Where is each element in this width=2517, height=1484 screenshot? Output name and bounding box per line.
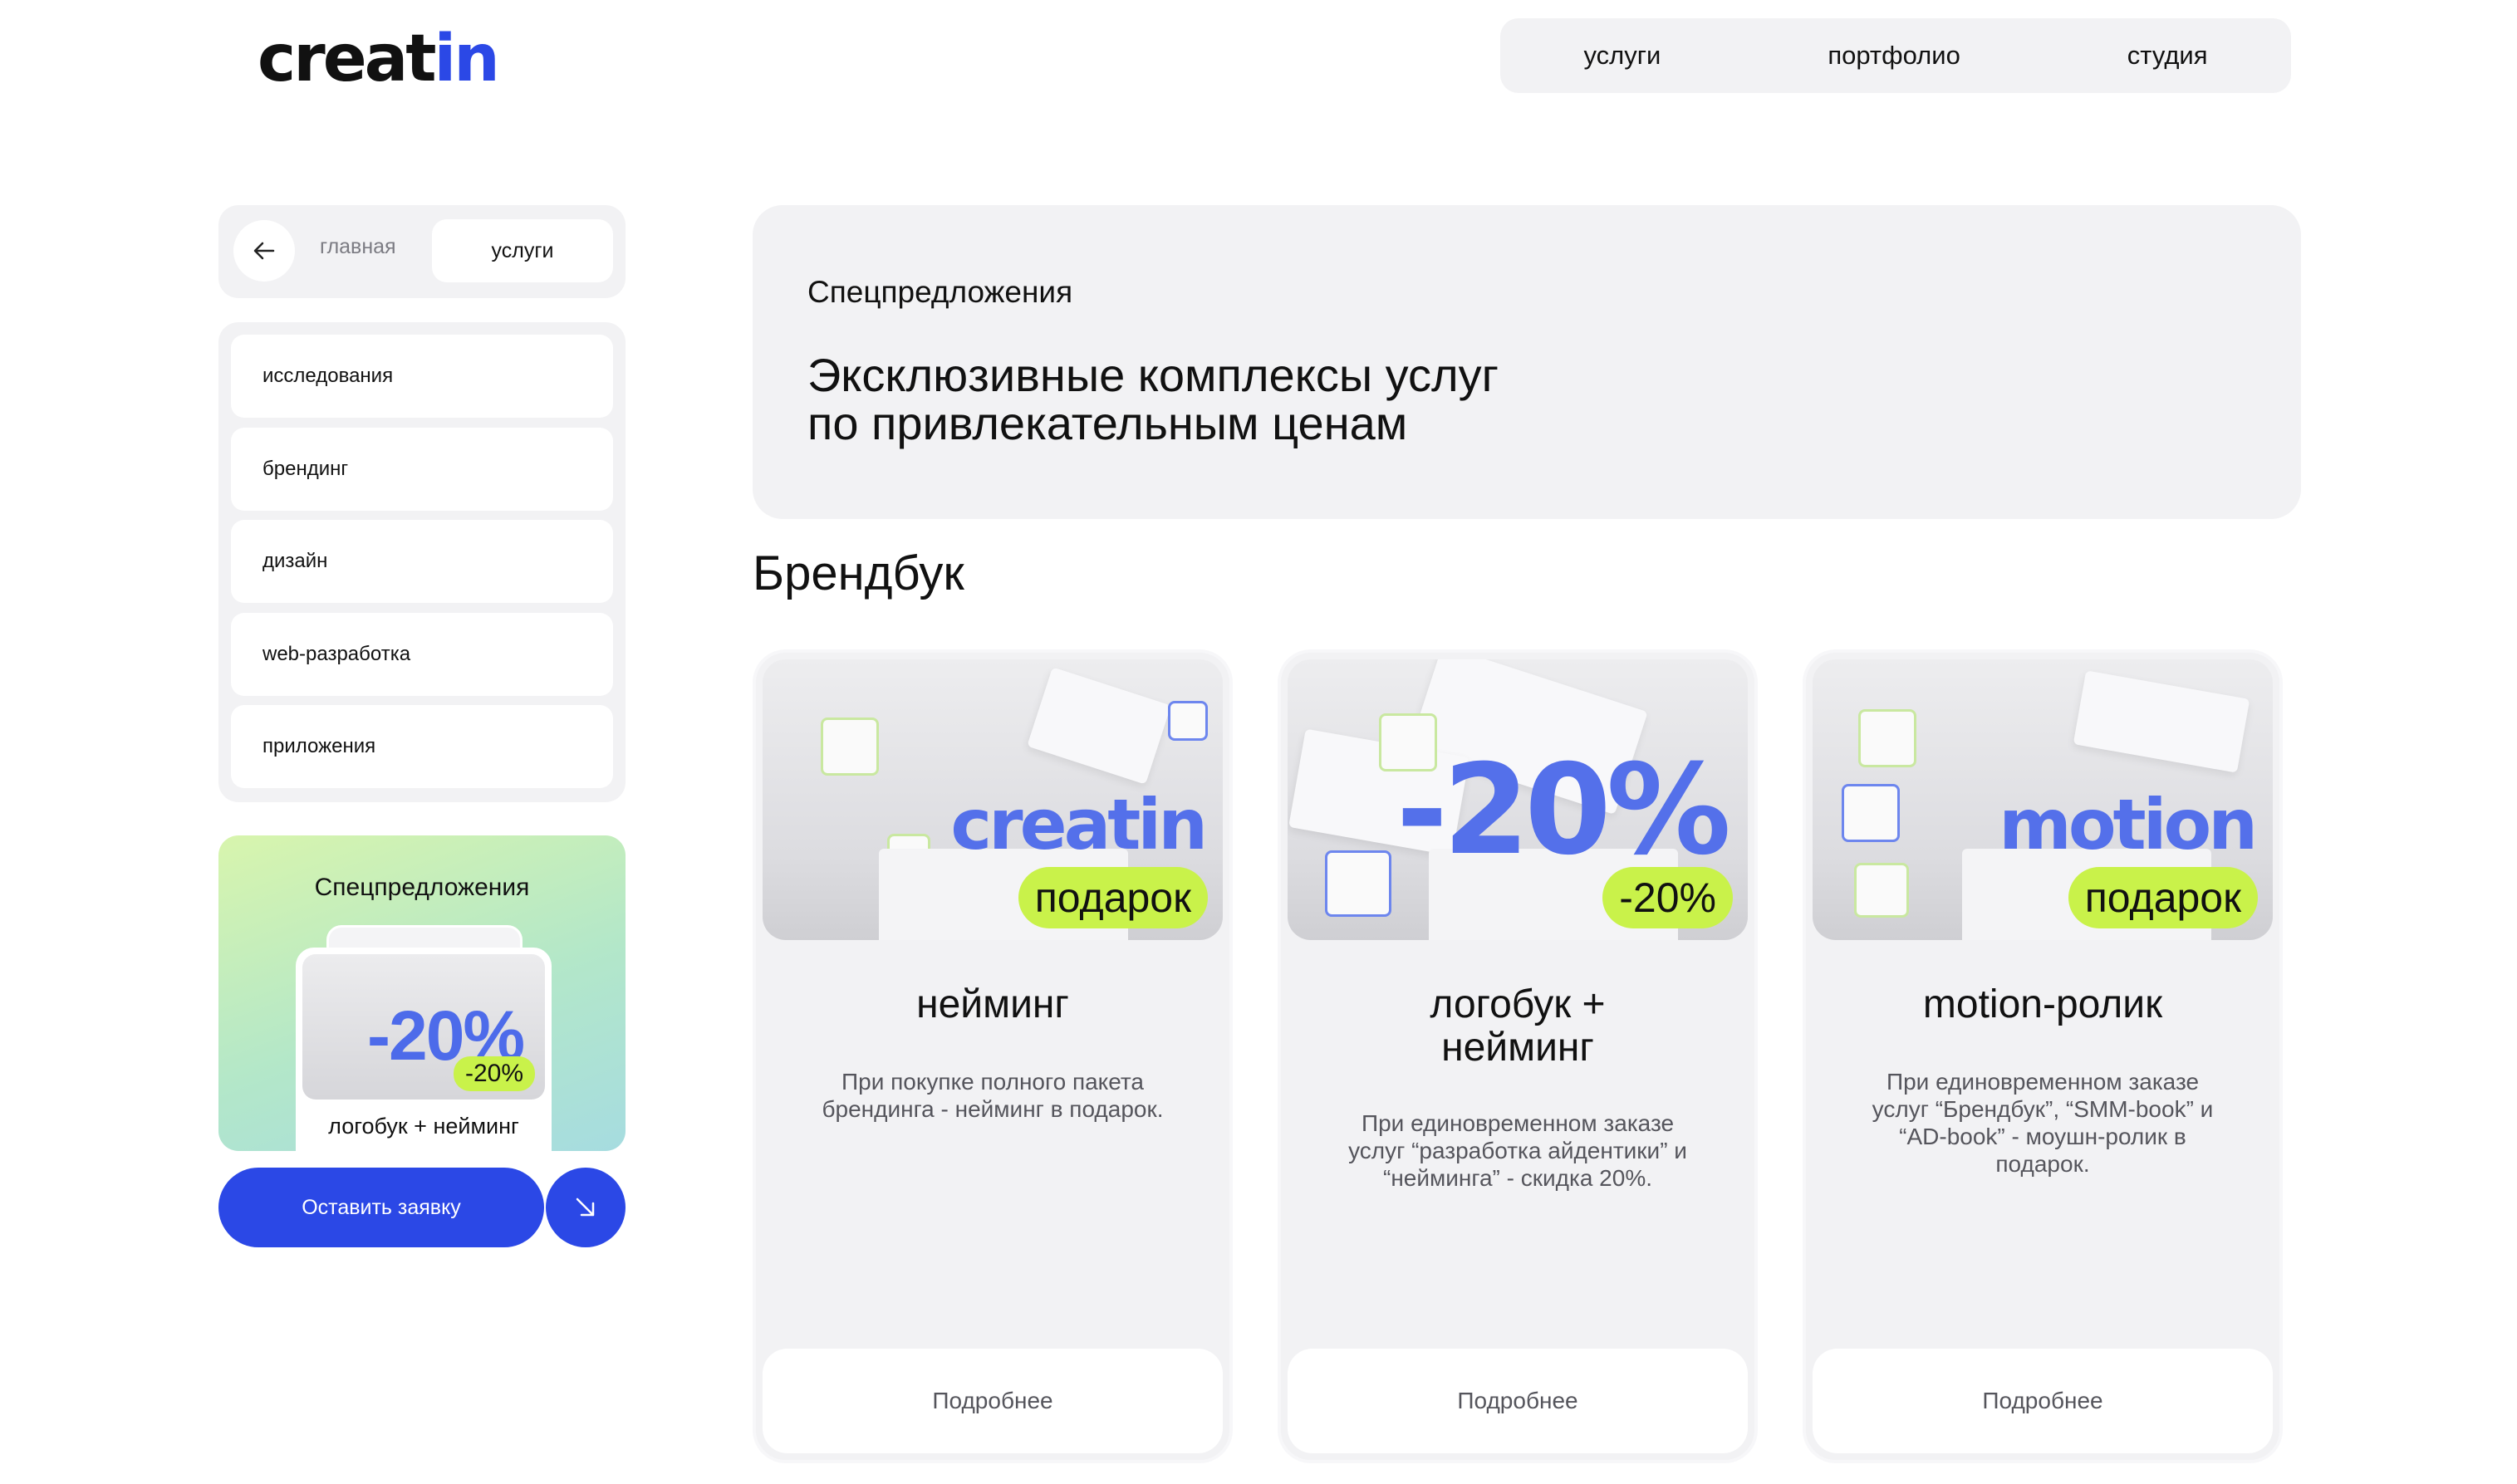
- offer-badge: подарок: [2068, 867, 2258, 928]
- gift-icon: [1854, 863, 1909, 918]
- nav-link-studio[interactable]: студия: [2127, 41, 2208, 71]
- offer-image-word: -20%: [1396, 738, 1731, 883]
- top-navigation: услуги портфолио студия: [1500, 18, 2291, 93]
- offer-title: нейминг: [756, 983, 1229, 1026]
- gift-icon: [821, 718, 879, 776]
- category-list: исследования брендинг дизайн web-разрабо…: [218, 322, 626, 802]
- offer-badge: -20%: [1602, 867, 1733, 928]
- promo-title: Спецпредложения: [314, 874, 530, 901]
- category-item-branding[interactable]: брендинг: [231, 427, 613, 511]
- hero-heading-line-1: Эксклюзивные комплексы услуг: [807, 349, 1499, 401]
- offer-image: -20% -20%: [1288, 659, 1748, 940]
- gift-icon: [1168, 701, 1208, 741]
- category-item-research[interactable]: исследования: [231, 335, 613, 418]
- category-item-apps[interactable]: приложения: [231, 705, 613, 788]
- offer-image: creatin подарок: [763, 659, 1223, 940]
- back-button[interactable]: [233, 220, 295, 282]
- offer-badge: подарок: [1018, 867, 1208, 928]
- promo-card-image: -20% -20%: [302, 954, 545, 1100]
- hero-label: Спецпредложения: [807, 275, 1073, 309]
- arrow-down-right-icon: [576, 1197, 595, 1217]
- logo[interactable]: creatin: [258, 27, 500, 91]
- offer-title-line-1: motion-ролик: [1922, 982, 2163, 1026]
- offer-title-line-1: логобук +: [1430, 982, 1606, 1026]
- offer-image-word: creatin: [950, 784, 1208, 865]
- offer-details-button[interactable]: Подробнее: [1288, 1349, 1748, 1453]
- offer-title-line-2: нейминг: [1441, 1026, 1594, 1070]
- special-offers-promo[interactable]: Спецпредложения -20% -20% логобук + нейм…: [218, 835, 626, 1151]
- arrow-left-icon: [253, 242, 275, 260]
- nav-link-services[interactable]: услуги: [1583, 41, 1661, 71]
- hero-heading: Эксклюзивные комплексы услуг по привлека…: [807, 351, 1638, 448]
- offer-image: motion подарок: [1813, 659, 2273, 940]
- promo-card: -20% -20% логобук + нейминг: [296, 948, 552, 1151]
- logo-text: creat: [258, 22, 437, 96]
- offer-description: При единовременном заказе услуг “разрабо…: [1348, 1110, 1687, 1191]
- offer-description: При единовременном заказе услуг “Брендбу…: [1872, 1069, 2214, 1177]
- submit-request-arrow-button[interactable]: [546, 1168, 626, 1247]
- document-illustration: [1027, 667, 1171, 785]
- offer-details-button[interactable]: Подробнее: [763, 1349, 1223, 1453]
- breadcrumb-home-link[interactable]: главная: [320, 235, 396, 259]
- gift-icon: [1842, 784, 1900, 842]
- breadcrumb: главная услуги: [218, 205, 626, 298]
- offer-details-button[interactable]: Подробнее: [1813, 1349, 2273, 1453]
- offer-card-naming: creatin подарок нейминг При покупке полн…: [753, 649, 1233, 1463]
- breadcrumb-current: услуги: [432, 219, 613, 282]
- hero-banner: Спецпредложения Эксклюзивные комплексы у…: [753, 205, 2301, 519]
- gift-icon: [1858, 709, 1916, 767]
- promo-discount-badge: -20%: [453, 1056, 535, 1091]
- document-illustration: [2073, 670, 2250, 773]
- category-item-web-development[interactable]: web-разработка: [231, 612, 613, 696]
- offer-title: логобук + нейминг: [1281, 983, 1754, 1070]
- offer-title-line-1: нейминг: [916, 982, 1069, 1026]
- category-item-design[interactable]: дизайн: [231, 520, 613, 603]
- offer-description: При покупке полного пакета брендинга - н…: [822, 1069, 1164, 1122]
- gift-icon: [1325, 850, 1391, 917]
- offer-card-motion-video: motion подарок motion-ролик При единовре…: [1803, 649, 2283, 1463]
- offer-title: motion-ролик: [1806, 983, 2279, 1026]
- promo-card-caption: логобук + нейминг: [328, 1114, 519, 1139]
- submit-request-button[interactable]: Оставить заявку: [218, 1168, 544, 1247]
- nav-link-portfolio[interactable]: портфолио: [1828, 41, 1960, 71]
- hero-heading-line-2: по привлекательным ценам: [807, 397, 1408, 449]
- offer-card-logobook-naming: -20% -20% логобук + нейминг При единовре…: [1278, 649, 1758, 1463]
- section-title: Брендбук: [753, 546, 964, 600]
- offer-image-word: motion: [1999, 784, 2258, 865]
- logo-accent-text: in: [434, 22, 500, 96]
